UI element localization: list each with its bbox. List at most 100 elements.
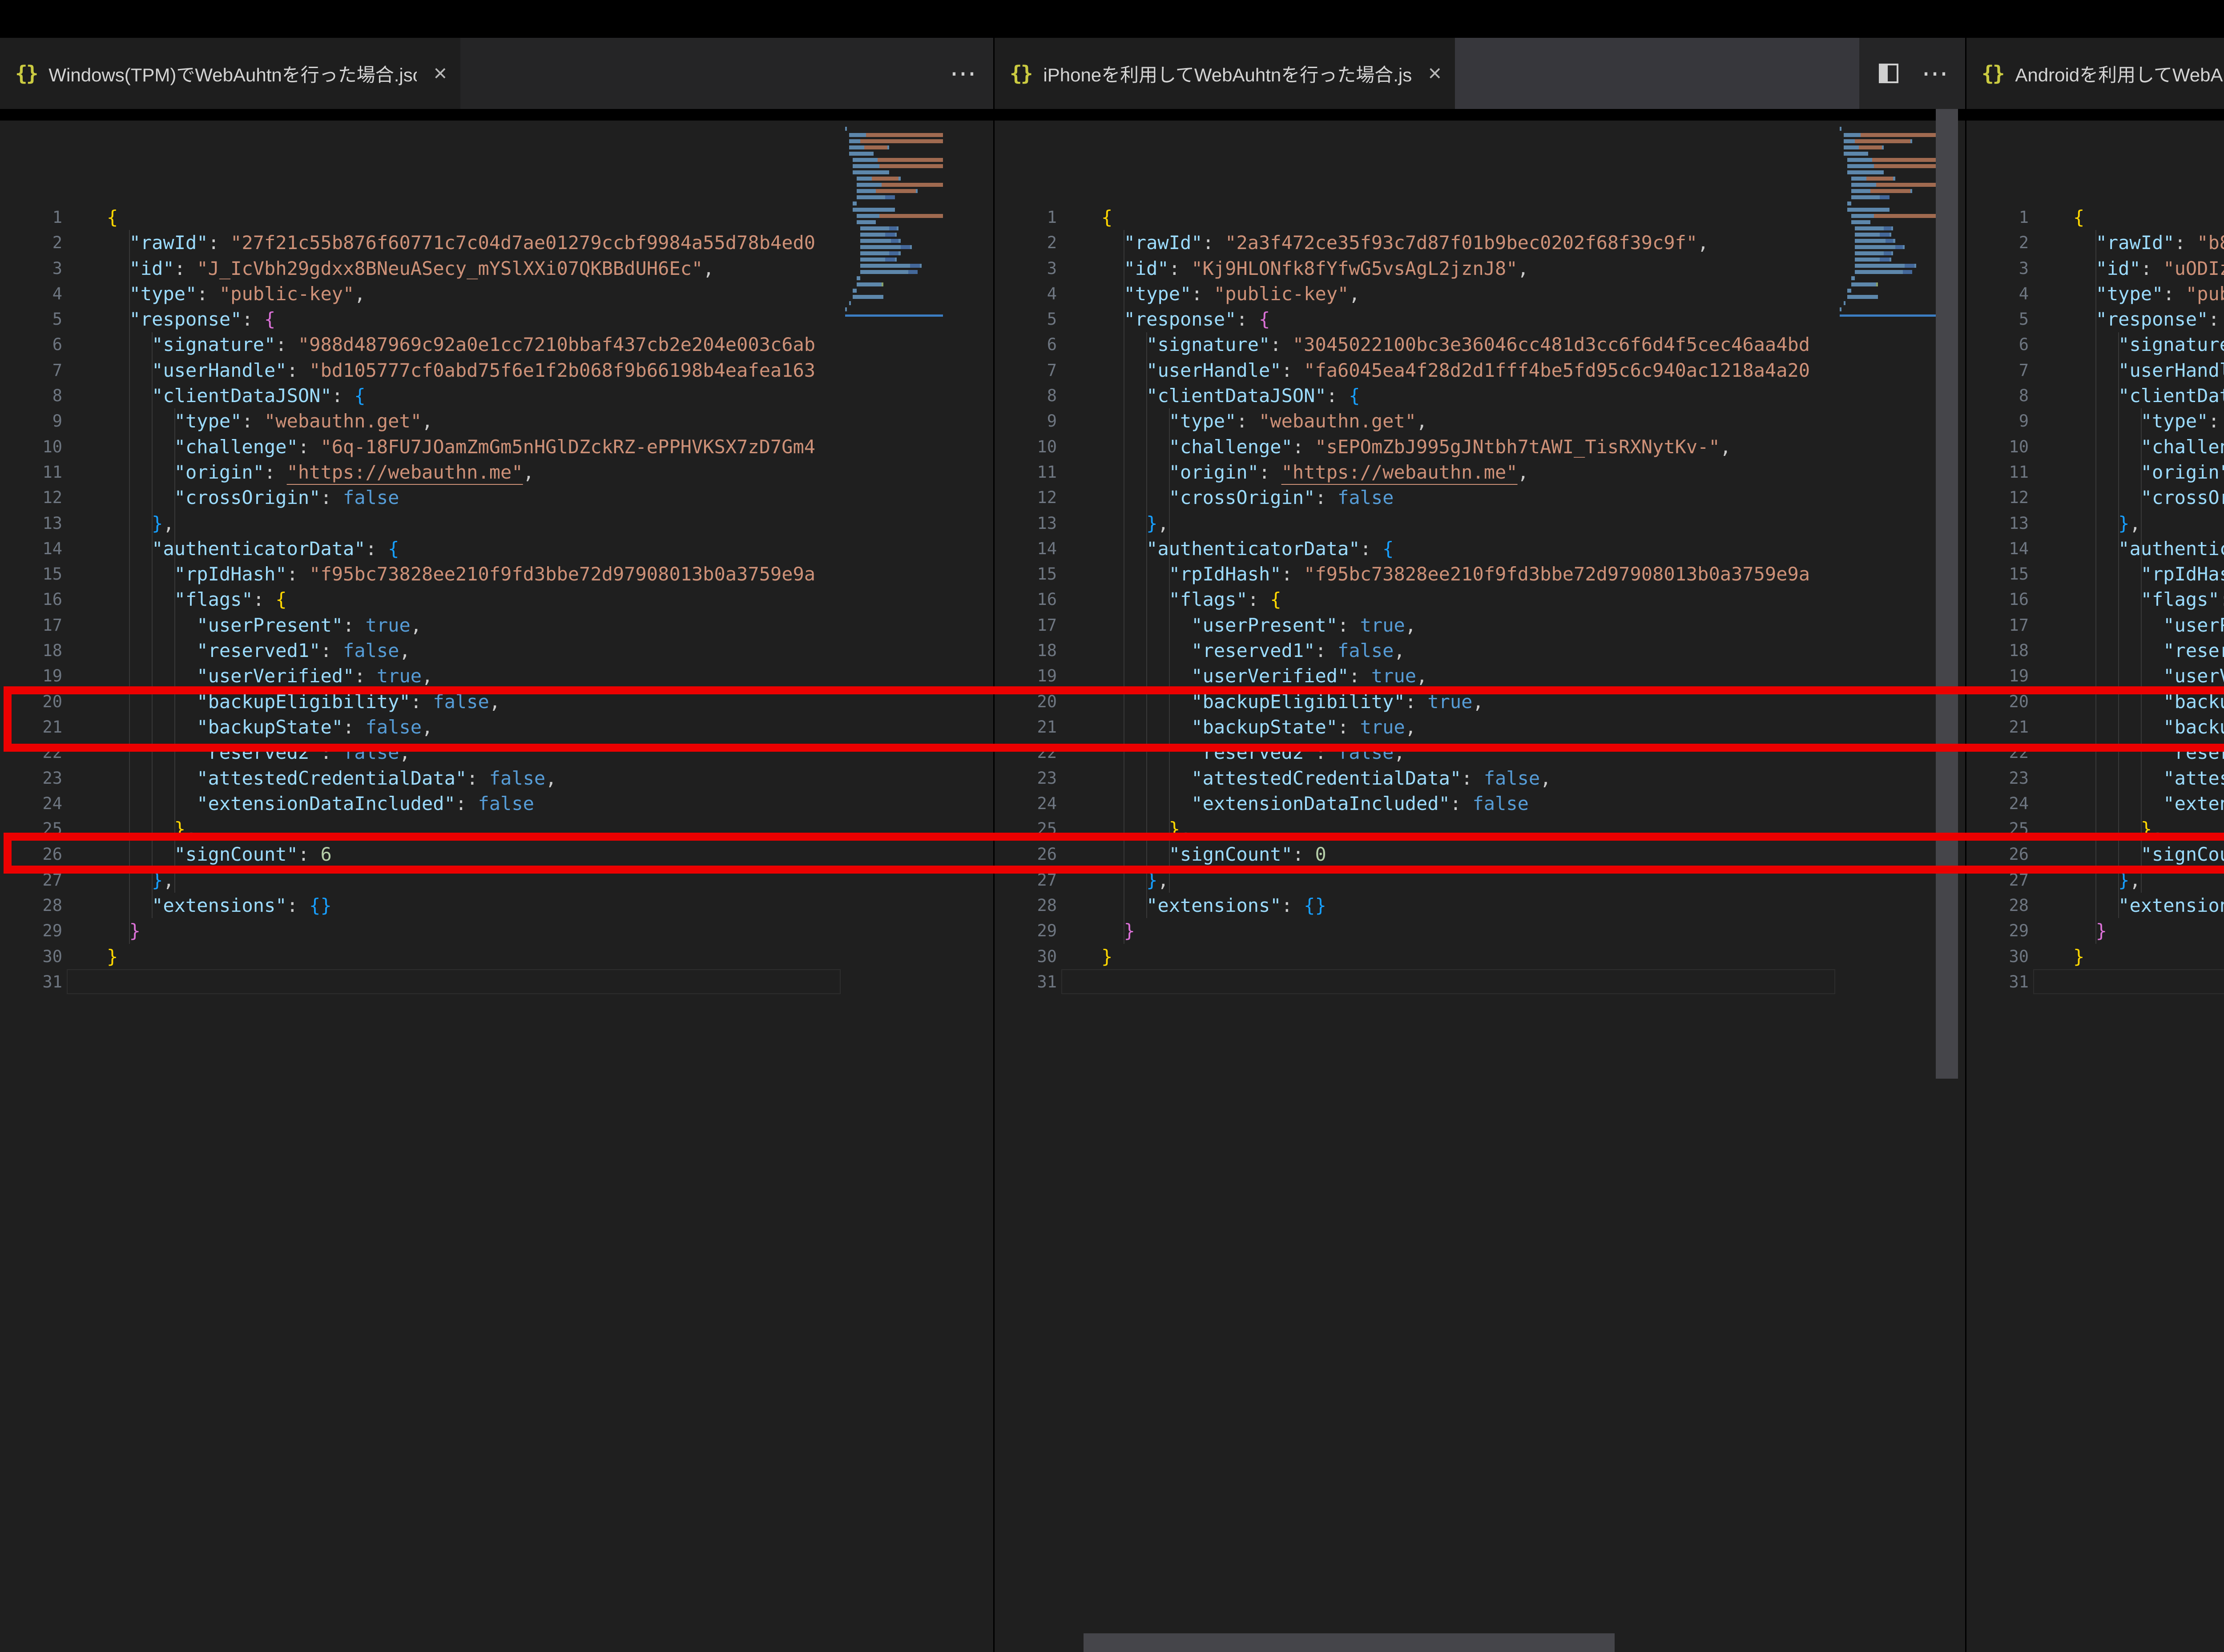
editor-top-band — [995, 109, 1965, 121]
indent-guide — [152, 332, 153, 919]
code-line: 19 "userVerified": true, — [0, 663, 993, 689]
code-line: 16 "flags": { — [995, 587, 1965, 612]
code-line: 7 "userHandle": "fa6045ea4f28d2d1fff4be5… — [995, 358, 1965, 383]
current-line-highlight — [2033, 969, 2224, 994]
line-number: 23 — [0, 766, 62, 791]
line-number: 6 — [1966, 332, 2029, 357]
line-number: 15 — [0, 561, 62, 587]
horizontal-scrollbar[interactable] — [1084, 1633, 1615, 1652]
line-number: 28 — [0, 893, 62, 918]
code-line: 23 "attestedCredentialData": false, — [995, 766, 1965, 791]
vertical-scrollbar[interactable] — [1936, 109, 1958, 1079]
code-line: 17 "userPresent": true, — [0, 612, 993, 638]
minimap-cursor-line — [845, 314, 943, 317]
indent-guide — [174, 408, 175, 893]
line-number: 2 — [995, 230, 1057, 255]
code-line: 2 "rawId": "27f21c55b876f60771c7c04d7ae0… — [0, 230, 993, 255]
code-line: 13 }, — [995, 511, 1965, 536]
tab-title: Windows(TPM)でWebAuhtnを行った場合.json — [48, 60, 416, 87]
line-number: 17 — [0, 612, 62, 638]
code-line: 11 "origin": "https://webauthn.me", — [995, 459, 1965, 485]
tab-windows-json[interactable]: {} Windows(TPM)でWebAuhtnを行った場合.json × — [0, 38, 460, 109]
line-number: 9 — [1966, 408, 2029, 434]
close-icon[interactable]: × — [1428, 62, 1442, 85]
code-line: 3 "id": "Kj9HLONfk8fYfwG5vsAgL2jznJ8", — [995, 256, 1965, 281]
line-number: 28 — [1966, 893, 2029, 918]
code-line: 1{ — [0, 205, 993, 230]
line-number: 9 — [995, 408, 1057, 434]
tab-bar: {} Windows(TPM)でWebAuhtnを行った場合.json × ⋯ — [0, 38, 993, 109]
line-number: 5 — [1966, 306, 2029, 332]
line-number: 19 — [995, 663, 1057, 689]
line-number: 18 — [995, 638, 1057, 663]
indent-guide — [1146, 332, 1147, 919]
line-number: 12 — [995, 485, 1057, 510]
line-number: 3 — [0, 256, 62, 281]
code-line: 30} — [1966, 944, 2224, 969]
code-line: 15 "rpIdHash": "f95bc73828ee210f9fd3bbe7… — [995, 561, 1965, 587]
editor-actions: ⋯ — [1879, 38, 1949, 109]
tab-bar: {} iPhoneを利用してWebAuhtnを行った場合.json × ⋯ — [995, 38, 1965, 109]
code-line: 9 "type": "webauthn.get", — [0, 408, 993, 434]
line-number: 13 — [0, 511, 62, 536]
code-line: 18 "reserved1": false, — [0, 638, 993, 663]
line-number: 1 — [1966, 205, 2029, 230]
code-line: 12 "crossOrigin": false — [995, 485, 1965, 510]
line-number: 29 — [1966, 918, 2029, 943]
line-number: 24 — [1966, 791, 2029, 816]
line-number: 10 — [995, 434, 1057, 459]
tab-iphone-json[interactable]: {} iPhoneを利用してWebAuhtnを行った場合.json × — [995, 38, 1455, 109]
tabbar-empty-space — [1455, 38, 1859, 109]
code-line: 29 } — [995, 918, 1965, 943]
line-number: 11 — [1966, 459, 2029, 485]
vscode-window: {} Windows(TPM)でWebAuhtnを行った場合.json × ⋯ … — [0, 0, 2224, 1652]
code-line: 5 "response": { — [0, 306, 993, 332]
line-number: 30 — [1966, 944, 2029, 969]
close-icon[interactable]: × — [434, 62, 447, 85]
code-line: 4 "type": "public-key", — [0, 281, 993, 306]
line-number: 3 — [1966, 256, 2029, 281]
line-number: 12 — [0, 485, 62, 510]
line-number: 28 — [995, 893, 1057, 918]
code-line: 8 "clientDataJSON": { — [0, 383, 993, 408]
minimap[interactable] — [845, 127, 943, 320]
line-number: 4 — [1966, 281, 2029, 306]
line-number: 8 — [995, 383, 1057, 408]
line-number: 2 — [1966, 230, 2029, 255]
line-number: 29 — [995, 918, 1057, 943]
line-number: 16 — [0, 587, 62, 612]
code-line: 19 "userVerified": true, — [995, 663, 1965, 689]
tab-title: Androidを利用してWebAuhtnを行った場合.json — [2015, 60, 2224, 87]
code-line: 2 "rawId": "2a3f472ce35f93c7d87f01b9bec0… — [995, 230, 1965, 255]
code-line: 15 "rpIdHash": "f95bc73828ee210f9fd3bbe7… — [0, 561, 993, 587]
line-number: 3 — [995, 256, 1057, 281]
more-actions-icon[interactable]: ⋯ — [950, 60, 977, 87]
line-number: 17 — [995, 612, 1057, 638]
line-number: 7 — [995, 358, 1057, 383]
code-area[interactable]: 1{2 "rawId": "2a3f472ce35f93c7d87f01b9be… — [995, 205, 1965, 995]
line-number: 8 — [1966, 383, 2029, 408]
code-line: 7 "userHandle": "bd105777cf0abd75f6e1f2b… — [0, 358, 993, 383]
indent-guide — [2118, 332, 2119, 919]
code-line: 29 } — [0, 918, 993, 943]
code-line: 14 "authenticatorData": { — [995, 536, 1965, 561]
code-line: 3 "id": "J_IcVbh29gdxx8BNeuASecy_mYSlXXi… — [0, 256, 993, 281]
line-number: 11 — [0, 459, 62, 485]
line-number: 5 — [995, 306, 1057, 332]
line-number: 9 — [0, 408, 62, 434]
line-number: 29 — [0, 918, 62, 943]
current-line-highlight — [67, 969, 841, 994]
line-number: 24 — [995, 791, 1057, 816]
line-number: 12 — [1966, 485, 2029, 510]
more-actions-icon[interactable]: ⋯ — [1922, 60, 1949, 87]
code-area[interactable]: 1{2 "rawId": "27f21c55b876f60771c7c04d7a… — [0, 205, 993, 995]
line-number: 15 — [995, 561, 1057, 587]
line-number: 7 — [1966, 358, 2029, 383]
line-number: 10 — [0, 434, 62, 459]
minimap[interactable] — [1840, 127, 1938, 320]
line-number: 1 — [0, 205, 62, 230]
code-line: 6 "signature": "988d487969c92a0e1cc7210b… — [0, 332, 993, 357]
tab-android-json[interactable]: {} Androidを利用してWebAuhtnを行った場合.json × — [1966, 38, 2224, 109]
split-editor-icon[interactable] — [1879, 64, 1898, 83]
line-number: 23 — [1966, 766, 2029, 791]
